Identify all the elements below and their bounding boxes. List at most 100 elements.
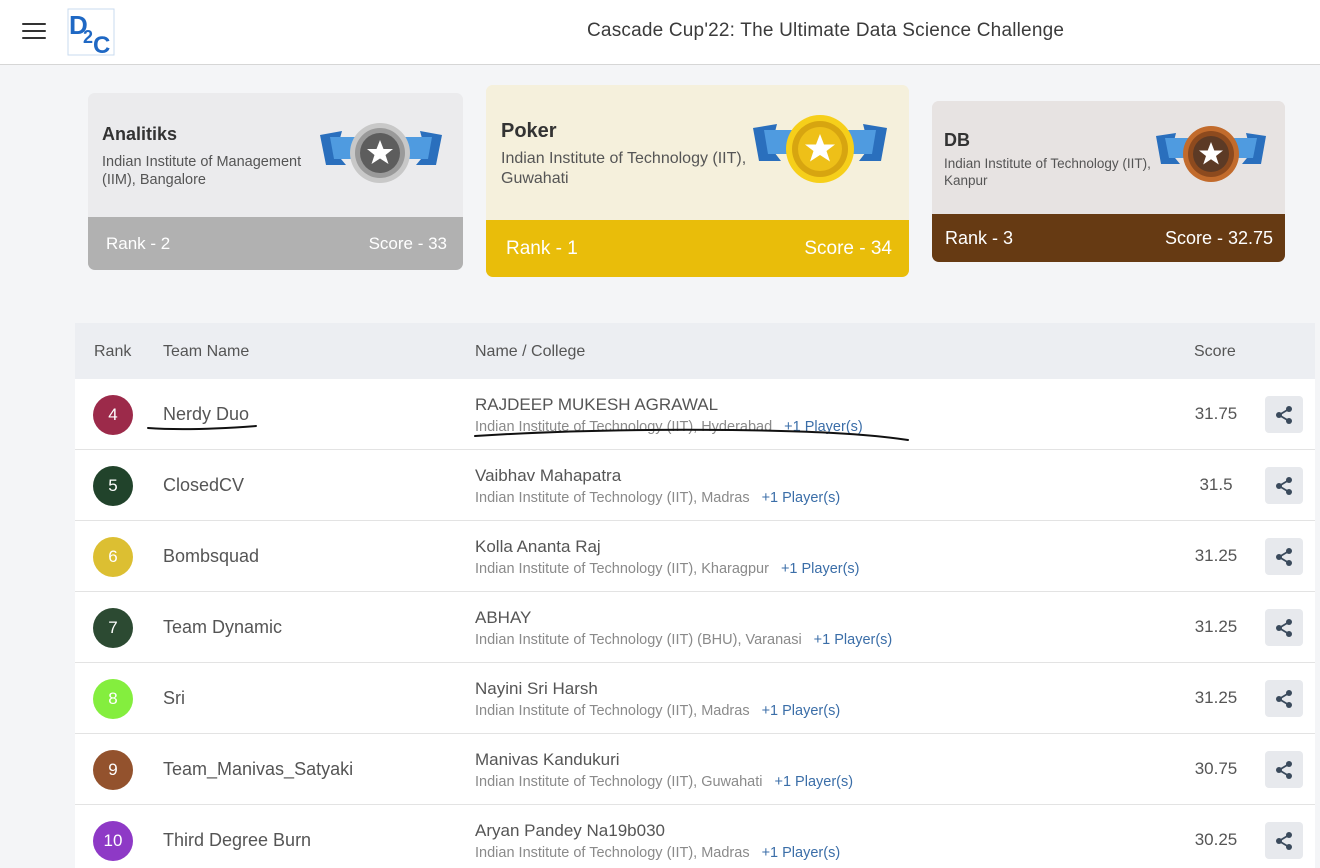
podium-score-label: Score - 34 <box>804 237 892 259</box>
score-value: 31.5 <box>1199 475 1233 494</box>
podium-college: Indian Institute of Technology (IIT), Gu… <box>501 150 747 187</box>
score-value: 31.75 <box>1194 404 1238 423</box>
team-name[interactable]: Sri <box>163 688 185 709</box>
more-players-link[interactable]: +1 Player(s) <box>762 845 841 861</box>
team-name[interactable]: Third Degree Burn <box>163 830 311 851</box>
share-button[interactable] <box>1265 538 1303 575</box>
college-line: Indian Institute of Technology (IIT), Gu… <box>475 774 853 790</box>
podium-card-second[interactable]: Analitiks Indian Institute of Management… <box>88 93 463 270</box>
share-icon <box>1276 831 1292 850</box>
podium-card-footer: Rank - 1 Score - 34 <box>486 220 909 277</box>
d2c-logo[interactable]: D 2 C <box>66 7 118 57</box>
table-header: Rank Team Name Name / College Score <box>75 323 1315 379</box>
college-name: Indian Institute of Technology (IIT), Kh… <box>475 561 769 577</box>
rank-badge: 10 <box>93 821 133 861</box>
share-icon <box>1276 547 1292 566</box>
podium-team-name: Poker <box>501 120 557 142</box>
column-header-score[interactable]: Score <box>1194 343 1236 361</box>
top-bar: D 2 C Cascade Cup'22: The Ultimate Data … <box>0 0 1320 65</box>
more-players-link[interactable]: +1 Player(s) <box>762 490 841 506</box>
rank-badge: 6 <box>93 537 133 577</box>
svg-text:C: C <box>93 32 110 57</box>
table-row[interactable]: 5 ClosedCV Vaibhav Mahapatra Indian Inst… <box>75 450 1315 521</box>
share-icon <box>1276 760 1292 779</box>
college-name: Indian Institute of Technology (IIT) (BH… <box>475 632 802 648</box>
column-header-name-college[interactable]: Name / College <box>475 343 585 361</box>
hand-drawn-underline-team <box>147 425 257 431</box>
podium-team-name: Analitiks <box>102 124 178 144</box>
team-name[interactable]: Team Dynamic <box>163 617 282 638</box>
share-button[interactable] <box>1265 467 1303 504</box>
member-name: Nayini Sri Harsh <box>475 679 598 698</box>
college-name: Indian Institute of Technology (IIT), Gu… <box>475 774 763 790</box>
team-name[interactable]: Bombsquad <box>163 546 259 567</box>
score-value: 30.75 <box>1194 759 1238 778</box>
table-row[interactable]: 9 Team_Manivas_Satyaki Manivas Kandukuri… <box>75 734 1315 805</box>
table-row[interactable]: 7 Team Dynamic ABHAY Indian Institute of… <box>75 592 1315 663</box>
podium-card-footer: Rank - 2 Score - 33 <box>88 217 463 270</box>
podium-team-name: DB <box>944 130 970 150</box>
member-name: Manivas Kandukuri <box>475 750 620 769</box>
column-header-rank[interactable]: Rank <box>94 343 131 361</box>
rank-badge: 9 <box>93 750 133 790</box>
rank-badge: 7 <box>93 608 133 648</box>
share-button[interactable] <box>1265 680 1303 717</box>
team-name[interactable]: Team_Manivas_Satyaki <box>163 759 353 780</box>
bronze-medal-icon <box>1156 126 1266 182</box>
table-row[interactable]: 10 Third Degree Burn Aryan Pandey Na19b0… <box>75 805 1315 868</box>
team-name[interactable]: ClosedCV <box>163 475 244 496</box>
college-line: Indian Institute of Technology (IIT) (BH… <box>475 632 892 648</box>
table-row[interactable]: 8 Sri Nayini Sri Harsh Indian Institute … <box>75 663 1315 734</box>
share-button[interactable] <box>1265 396 1303 433</box>
share-button[interactable] <box>1265 609 1303 646</box>
podium-score-label: Score - 32.75 <box>1164 227 1273 248</box>
table-row[interactable]: 6 Bombsquad Kolla Ananta Raj Indian Inst… <box>75 521 1315 592</box>
page-title: Cascade Cup'22: The Ultimate Data Scienc… <box>587 20 1065 41</box>
more-players-link[interactable]: +1 Player(s) <box>762 703 841 719</box>
rank-badge: 4 <box>93 395 133 435</box>
share-icon <box>1276 405 1292 424</box>
podium-rank-label: Rank - 3 <box>945 227 1014 248</box>
share-icon <box>1276 618 1292 637</box>
podium-card-third[interactable]: DB Indian Institute of Technology (IIT),… <box>932 101 1285 262</box>
rank-badge: 5 <box>93 466 133 506</box>
college-line: Indian Institute of Technology (IIT), Ma… <box>475 490 840 506</box>
hamburger-menu-icon[interactable] <box>22 23 46 41</box>
member-name: Kolla Ananta Raj <box>475 537 601 556</box>
share-icon <box>1276 689 1292 708</box>
share-icon <box>1276 476 1292 495</box>
more-players-link[interactable]: +1 Player(s) <box>774 774 853 790</box>
rank-badge: 8 <box>93 679 133 719</box>
score-value: 30.25 <box>1194 830 1238 849</box>
score-value: 31.25 <box>1194 617 1238 636</box>
score-value: 31.25 <box>1194 546 1238 565</box>
share-button[interactable] <box>1265 822 1303 859</box>
college-line: Indian Institute of Technology (IIT), Kh… <box>475 561 860 577</box>
hand-drawn-underline-college <box>474 428 909 441</box>
podium-rank-label: Rank - 1 <box>506 237 578 259</box>
member-name: RAJDEEP MUKESH AGRAWAL <box>475 395 719 414</box>
podium-college: Indian Institute of Technology (IIT), Ka… <box>944 156 1151 188</box>
podium-card-first[interactable]: Poker Indian Institute of Technology (II… <box>486 85 909 277</box>
share-button[interactable] <box>1265 751 1303 788</box>
more-players-link[interactable]: +1 Player(s) <box>781 561 860 577</box>
college-name: Indian Institute of Technology (IIT), Ma… <box>475 490 750 506</box>
member-name: Aryan Pandey Na19b030 <box>475 821 665 840</box>
member-name: ABHAY <box>475 608 532 627</box>
college-name: Indian Institute of Technology (IIT), Ma… <box>475 703 750 719</box>
college-line: Indian Institute of Technology (IIT), Ma… <box>475 703 840 719</box>
college-name: Indian Institute of Technology (IIT), Ma… <box>475 845 750 861</box>
gold-medal-icon <box>753 115 887 183</box>
podium-score-label: Score - 33 <box>368 233 447 253</box>
podium-rank-label: Rank - 2 <box>106 233 171 253</box>
member-name: Vaibhav Mahapatra <box>475 466 622 485</box>
column-header-team[interactable]: Team Name <box>163 343 249 361</box>
college-line: Indian Institute of Technology (IIT), Ma… <box>475 845 840 861</box>
score-value: 31.25 <box>1194 688 1238 707</box>
podium-college: Indian Institute of Management (IIM), Ba… <box>102 154 302 189</box>
silver-medal-icon <box>320 123 442 183</box>
more-players-link[interactable]: +1 Player(s) <box>814 632 893 648</box>
leaderboard-table: Rank Team Name Name / College Score 4 Ne… <box>75 323 1315 868</box>
svg-text:2: 2 <box>83 27 93 47</box>
podium-card-footer: Rank - 3 Score - 32.75 <box>932 214 1285 262</box>
